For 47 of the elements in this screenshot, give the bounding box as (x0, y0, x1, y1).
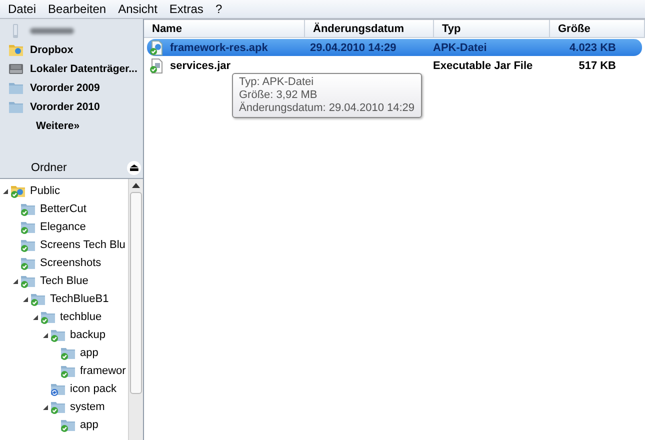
scroll-thumb[interactable] (130, 192, 142, 394)
scrollbar[interactable] (128, 179, 143, 440)
redacted-label (30, 28, 74, 34)
favorite-link[interactable]: Vororder 2009 (30, 82, 100, 94)
tree-item[interactable]: system (70, 401, 105, 413)
tree-item[interactable]: TechBlueB1 (50, 293, 109, 305)
file-name: framework-res.apk (170, 42, 268, 54)
menu-item[interactable]: Bearbeiten (42, 2, 112, 16)
column-header[interactable]: Größe (550, 20, 645, 37)
tree-item[interactable]: Screens Tech Blu (40, 239, 126, 251)
file-row[interactable]: services.jar Executable Jar File 517 KB (147, 57, 642, 74)
tooltip-line: Typ: APK-Datei (239, 76, 315, 89)
tree-item[interactable]: Public (30, 185, 60, 197)
type-cell-text: Executable Jar File (432, 60, 534, 72)
size-cell-text: 4.023 KB (568, 42, 617, 54)
selected-row[interactable]: framework-res.apk 29.04.2010 14:29 APK-Datei 4.023 KB (147, 39, 642, 56)
file-check-icon (149, 58, 165, 74)
tree-item[interactable]: techblue (60, 311, 102, 323)
tree-item[interactable]: framewor (80, 365, 126, 377)
tree-item[interactable]: Screenshots (40, 257, 102, 269)
file-name: services.jar (170, 60, 231, 72)
favorite-link[interactable]: Lokaler Datenträger... (30, 62, 138, 74)
menu-item[interactable]: Datei (2, 2, 42, 16)
column-header[interactable]: Typ (434, 20, 550, 37)
more-link[interactable]: Weitere» (36, 120, 80, 132)
type-cell-text: APK-Datei (432, 42, 488, 54)
tooltip-line: Änderungsdatum: 29.04.2010 14:29 (239, 102, 415, 115)
date-cell-text: 29.04.2010 14:29 (309, 42, 398, 54)
tree-item[interactable]: BetterCut (40, 203, 86, 215)
menu-item[interactable]: ? (209, 2, 228, 16)
menu-item[interactable]: Extras (163, 2, 210, 16)
tree-item[interactable]: Elegance (40, 221, 86, 233)
tree-item[interactable]: app (80, 347, 98, 359)
column-header[interactable]: Änderungsdatum (305, 20, 434, 37)
eject-icon[interactable]: ⏏ (127, 161, 141, 175)
column-header[interactable]: Name (144, 20, 305, 37)
tree-item[interactable]: icon pack (70, 383, 116, 395)
section-title: Ordner (31, 162, 67, 174)
tooltip-line: Größe: 3,92 MB (239, 89, 318, 102)
size-cell-text: 517 KB (578, 60, 617, 72)
menu-item[interactable]: Ansicht (112, 2, 164, 16)
tree-item[interactable]: app (80, 419, 98, 431)
tree-item[interactable]: Tech Blue (40, 275, 88, 287)
tree-item[interactable]: backup (70, 329, 106, 341)
file-check-icon (149, 40, 165, 56)
favorite-link[interactable]: Dropbox (30, 44, 74, 56)
favorite-link[interactable]: Vororder 2010 (30, 100, 100, 112)
